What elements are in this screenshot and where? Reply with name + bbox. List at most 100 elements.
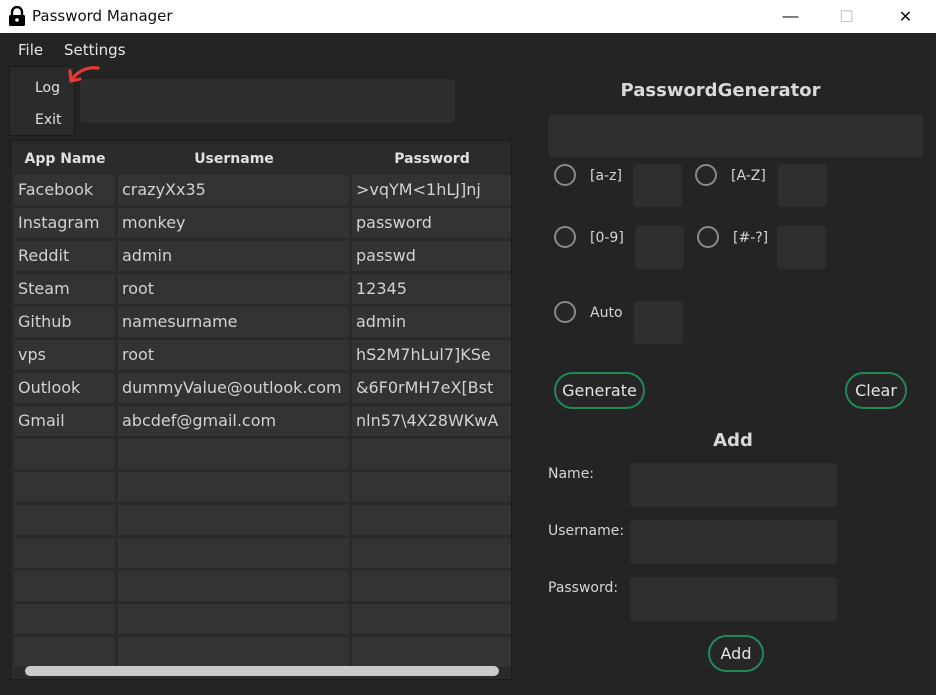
radio-lowercase-label: [a-z]: [590, 168, 622, 184]
minimize-button[interactable]: —: [763, 0, 818, 33]
column-header-password[interactable]: Password: [351, 151, 511, 167]
cell-app-name[interactable]: Github: [14, 307, 115, 337]
radio-digits-label: [0-9]: [590, 230, 624, 246]
cell-username[interactable]: crazyXx35: [118, 175, 349, 205]
table-row[interactable]: Reddit admin passwd: [13, 239, 511, 272]
cell-password[interactable]: [352, 472, 511, 502]
radio-symbols[interactable]: [697, 226, 719, 248]
table-row[interactable]: vps root hS2M7hLul7]KSe: [13, 338, 511, 371]
cell-app-name[interactable]: [14, 505, 115, 535]
close-button[interactable]: ✕: [878, 0, 933, 33]
maximize-button[interactable]: ☐: [819, 0, 874, 33]
generated-password-field[interactable]: [548, 115, 923, 157]
cell-password[interactable]: [352, 538, 511, 568]
table-row[interactable]: [13, 602, 511, 635]
table-row[interactable]: [13, 635, 511, 668]
symbols-count-input[interactable]: [777, 226, 826, 269]
lock-icon: [9, 6, 25, 26]
table-row[interactable]: Facebook crazyXx35 >vqYM<1hLJ]nj: [13, 173, 511, 206]
clear-button[interactable]: Clear: [845, 372, 907, 409]
cell-app-name[interactable]: [14, 604, 115, 634]
name-field[interactable]: [630, 463, 837, 507]
table-row[interactable]: Steam root 12345: [13, 272, 511, 305]
cell-username[interactable]: root: [118, 340, 349, 370]
username-field[interactable]: [630, 520, 837, 564]
menu-item-log[interactable]: Log: [35, 80, 60, 96]
menu-settings[interactable]: Settings: [64, 41, 126, 59]
cell-app-name[interactable]: [14, 637, 115, 667]
cell-password[interactable]: [352, 571, 511, 601]
cell-username[interactable]: [118, 505, 349, 535]
horizontal-scrollbar[interactable]: [25, 666, 499, 676]
radio-auto-label: Auto: [590, 305, 623, 321]
radio-uppercase[interactable]: [695, 164, 717, 186]
search-input[interactable]: [80, 79, 455, 123]
column-header-app-name[interactable]: App Name: [13, 151, 117, 167]
cell-username[interactable]: [118, 604, 349, 634]
cell-username[interactable]: dummyValue@outlook.com: [118, 373, 349, 403]
cell-password[interactable]: hS2M7hLul7]KSe: [352, 340, 511, 370]
password-field[interactable]: [630, 577, 837, 621]
password-label: Password:: [548, 580, 619, 596]
cell-app-name[interactable]: [14, 439, 115, 469]
cell-username[interactable]: [118, 472, 349, 502]
table-row[interactable]: Github namesurname admin: [13, 305, 511, 338]
table-row[interactable]: [13, 503, 511, 536]
menu-item-exit[interactable]: Exit: [35, 112, 62, 128]
cell-password[interactable]: 12345: [352, 274, 511, 304]
cell-username[interactable]: [118, 571, 349, 601]
cell-app-name[interactable]: [14, 538, 115, 568]
radio-uppercase-label: [A-Z]: [731, 168, 766, 184]
table-row[interactable]: [13, 536, 511, 569]
cell-password[interactable]: >vqYM<1hLJ]nj: [352, 175, 511, 205]
cell-app-name[interactable]: Steam: [14, 274, 115, 304]
window-title: Password Manager: [32, 7, 173, 25]
cell-app-name[interactable]: [14, 571, 115, 601]
cell-password[interactable]: admin: [352, 307, 511, 337]
cell-username[interactable]: [118, 538, 349, 568]
cell-username[interactable]: monkey: [118, 208, 349, 238]
cell-username[interactable]: admin: [118, 241, 349, 271]
lowercase-count-input[interactable]: [633, 164, 682, 207]
cell-username[interactable]: root: [118, 274, 349, 304]
cell-app-name[interactable]: Facebook: [14, 175, 115, 205]
cell-password[interactable]: [352, 439, 511, 469]
cell-password[interactable]: [352, 604, 511, 634]
table-row[interactable]: [13, 470, 511, 503]
cell-username[interactable]: abcdef@gmail.com: [118, 406, 349, 436]
cell-password[interactable]: password: [352, 208, 511, 238]
radio-auto[interactable]: [554, 301, 576, 323]
cell-password[interactable]: [352, 505, 511, 535]
cell-username[interactable]: namesurname: [118, 307, 349, 337]
table-row[interactable]: [13, 437, 511, 470]
radio-digits[interactable]: [554, 226, 576, 248]
cell-username[interactable]: [118, 637, 349, 667]
cell-password[interactable]: &6F0rMH7eX[Bst: [352, 373, 511, 403]
digits-count-input[interactable]: [635, 226, 684, 269]
radio-symbols-label: [#-?]: [733, 230, 769, 246]
cell-app-name[interactable]: Reddit: [14, 241, 115, 271]
password-table: App Name Username Password Facebook crazy…: [10, 140, 512, 680]
cell-app-name[interactable]: [14, 472, 115, 502]
add-button[interactable]: Add: [708, 635, 764, 672]
cell-app-name[interactable]: vps: [14, 340, 115, 370]
radio-lowercase[interactable]: [554, 164, 576, 186]
password-generator-title: PasswordGenerator: [620, 80, 821, 101]
column-header-username[interactable]: Username: [117, 151, 351, 167]
menu-file[interactable]: File: [18, 41, 43, 59]
cell-password[interactable]: [352, 637, 511, 667]
table-row[interactable]: Instagram monkey password: [13, 206, 511, 239]
cell-app-name[interactable]: Gmail: [14, 406, 115, 436]
uppercase-count-input[interactable]: [778, 164, 827, 207]
table-row[interactable]: Gmail abcdef@gmail.com nln57\4X28WKwA: [13, 404, 511, 437]
cell-password[interactable]: passwd: [352, 241, 511, 271]
menu-bar: File Settings: [0, 33, 936, 65]
auto-length-input[interactable]: [634, 301, 683, 344]
cell-password[interactable]: nln57\4X28WKwA: [352, 406, 511, 436]
generate-button[interactable]: Generate: [554, 372, 645, 409]
cell-app-name[interactable]: Instagram: [14, 208, 115, 238]
table-row[interactable]: [13, 569, 511, 602]
cell-username[interactable]: [118, 439, 349, 469]
cell-app-name[interactable]: Outlook: [14, 373, 115, 403]
table-row[interactable]: Outlook dummyValue@outlook.com &6F0rMH7eX[…: [13, 371, 511, 404]
